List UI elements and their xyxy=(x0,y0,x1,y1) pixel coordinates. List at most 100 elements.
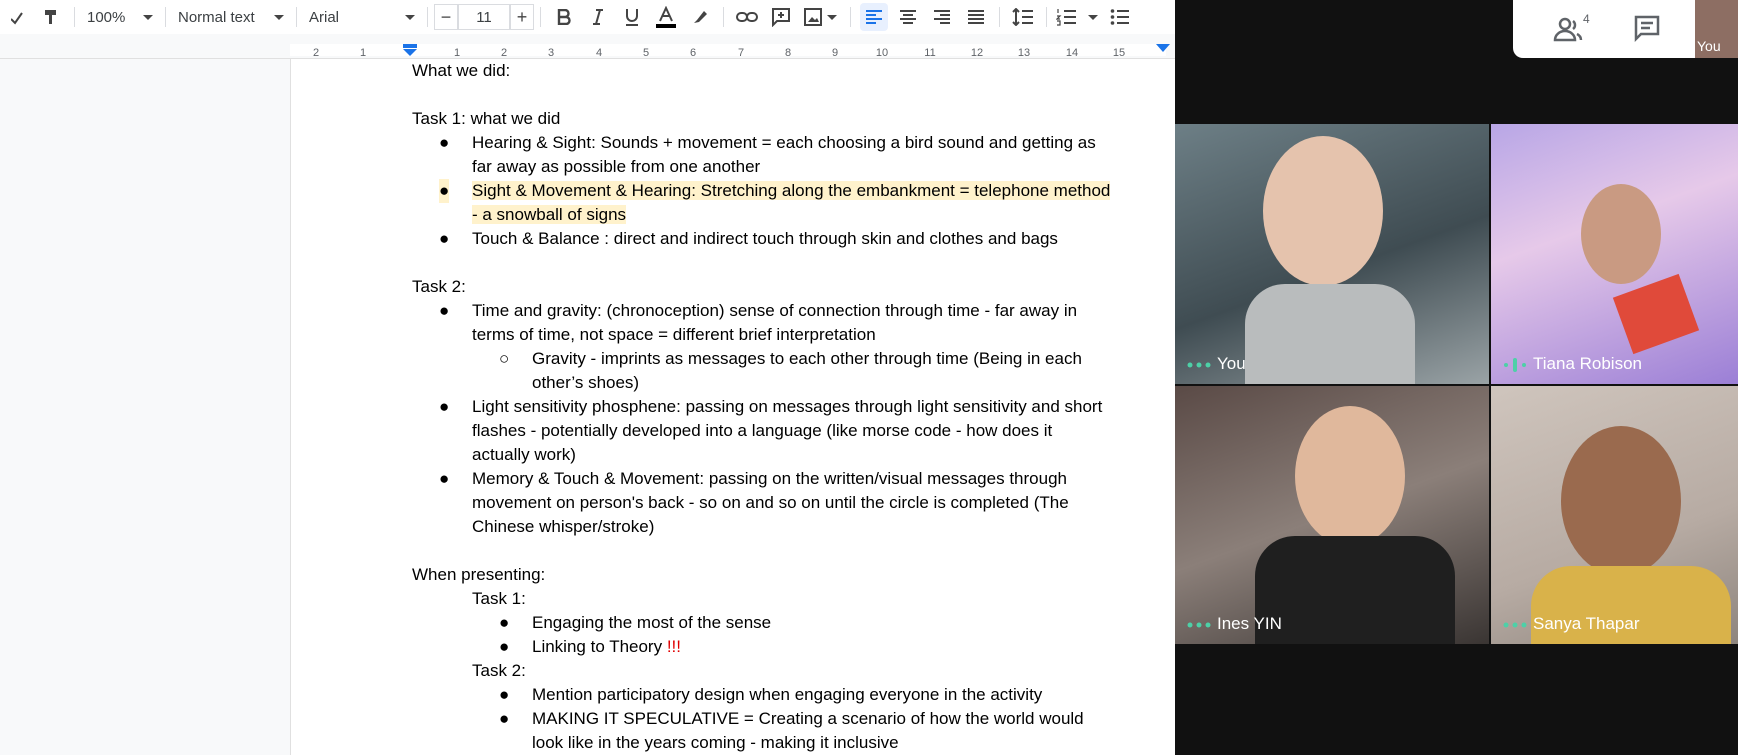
ruler-tick: 9 xyxy=(831,47,839,59)
zoom-select[interactable]: 100% xyxy=(81,3,159,31)
list-item: ● MAKING IT SPECULATIVE = Creating a sce… xyxy=(412,707,1172,755)
line-spacing-icon[interactable] xyxy=(1009,3,1037,31)
list-item-text: actually work) xyxy=(472,445,576,464)
participant-name: Sanya Thapar xyxy=(1533,614,1640,633)
participant-tile[interactable]: Ines YIN xyxy=(1175,386,1489,644)
list-item-text: Mention participatory design when engagi… xyxy=(532,685,1043,704)
participant-name: Tiana Robison xyxy=(1533,354,1642,373)
zoom-value: 100% xyxy=(87,8,126,26)
horizontal-ruler[interactable]: 2 1 1 2 3 4 5 6 7 8 9 10 11 12 13 14 15 xyxy=(0,40,1175,59)
doc-heading-task1: Task 1: what we did xyxy=(412,109,561,128)
list-item-text: Chinese whisper/stroke) xyxy=(472,517,655,536)
participant-count: 4 xyxy=(1583,12,1590,26)
more-options-icon[interactable] xyxy=(1187,618,1211,632)
spellcheck-icon[interactable] xyxy=(3,3,31,31)
chevron-down-icon xyxy=(405,14,415,20)
decrease-font-size-button[interactable]: − xyxy=(434,4,458,30)
doc-subheading-task1: Task 1: xyxy=(472,589,526,608)
doc-heading-what-we-did: What we did: xyxy=(412,61,511,80)
ruler-tick: 14 xyxy=(1065,47,1079,59)
ruler-tick: 5 xyxy=(642,47,650,59)
list-item-text: - a snowball of signs xyxy=(472,205,627,224)
chevron-down-icon xyxy=(143,14,153,20)
align-center-icon[interactable] xyxy=(894,3,922,31)
list-item-text: MAKING IT SPECULATIVE = Creating a scena… xyxy=(532,709,1084,728)
ruler-tick: 4 xyxy=(595,47,603,59)
list-item-text: far away as possible from one another xyxy=(472,157,761,176)
more-options-icon[interactable] xyxy=(1503,618,1527,632)
highlight-color-icon[interactable] xyxy=(686,3,714,31)
chat-button[interactable] xyxy=(1633,14,1663,44)
ruler-tick: 6 xyxy=(689,47,697,59)
list-item-text: Touch & Balance : direct and indirect to… xyxy=(472,229,1058,248)
ruler-tick: 13 xyxy=(1017,47,1031,59)
docs-toolbar: 100% Normal text Arial − 11 + xyxy=(0,0,1175,34)
document-page[interactable]: What we did: Task 1: what we did ● Heari… xyxy=(290,59,1175,755)
right-indent-marker-icon[interactable] xyxy=(1156,44,1170,56)
left-indent-marker-icon[interactable] xyxy=(403,44,417,56)
document-body[interactable]: What we did: Task 1: what we did ● Heari… xyxy=(412,59,1172,755)
align-left-icon[interactable] xyxy=(860,3,888,31)
participant-video xyxy=(1561,426,1681,576)
toolbar-divider xyxy=(165,7,166,27)
list-item: ● Mention participatory design when enga… xyxy=(412,683,1172,707)
doc-subheading-task2: Task 2: xyxy=(472,661,526,680)
docs-editor: 100% Normal text Arial − 11 + 2 1 1 2 3 … xyxy=(0,0,1175,755)
list-item-text: movement on person's back - so on and so… xyxy=(472,493,1069,512)
link-icon[interactable] xyxy=(733,3,761,31)
participant-video xyxy=(1612,273,1700,355)
participant-tile[interactable]: Tiana Robison xyxy=(1491,124,1738,384)
exclamation-text: !!! xyxy=(666,637,681,656)
insert-image-icon[interactable] xyxy=(801,3,841,31)
list-item-text: Hearing & Sight: Sounds + movement = eac… xyxy=(472,133,1096,152)
italic-icon[interactable] xyxy=(584,3,612,31)
ruler-tick: 15 xyxy=(1112,47,1126,59)
list-item: ● Hearing & Sight: Sounds + movement = e… xyxy=(412,131,1172,179)
toolbar-divider xyxy=(296,7,297,27)
bold-icon[interactable] xyxy=(550,3,578,31)
doc-heading-when-presenting: When presenting: xyxy=(412,565,546,584)
chevron-down-icon xyxy=(274,14,284,20)
text-color-icon[interactable] xyxy=(652,3,680,31)
participant-video xyxy=(1255,536,1455,644)
bulleted-list-icon[interactable] xyxy=(1106,3,1134,31)
align-right-icon[interactable] xyxy=(928,3,956,31)
participant-video xyxy=(1295,406,1405,546)
list-item: ● Touch & Balance : direct and indirect … xyxy=(412,227,1172,251)
list-item-text: other’s shoes) xyxy=(532,373,640,392)
numbered-list-icon[interactable] xyxy=(1056,3,1100,31)
underline-icon[interactable] xyxy=(618,3,646,31)
paint-format-icon[interactable] xyxy=(37,3,65,31)
sub-list-item: ○ Gravity - imprints as messages to each… xyxy=(412,347,1172,395)
paragraph-style-select[interactable]: Normal text xyxy=(172,3,290,31)
ruler-tick: 2 xyxy=(312,47,320,59)
font-select[interactable]: Arial xyxy=(303,3,421,31)
list-item-text: flashes - potentially developed into a l… xyxy=(472,421,1053,440)
self-thumb-label: You xyxy=(1697,38,1721,54)
toolbar-divider xyxy=(1046,7,1047,27)
comment-icon[interactable] xyxy=(767,3,795,31)
bullet-icon: ● xyxy=(499,613,510,632)
increase-font-size-button[interactable]: + xyxy=(510,4,534,30)
align-justify-icon[interactable] xyxy=(962,3,990,31)
list-item-text: Time and gravity: (chronoception) sense … xyxy=(472,301,1078,320)
list-item-text: Memory & Touch & Movement: passing on th… xyxy=(472,469,1067,488)
ruler-tick: 2 xyxy=(500,47,508,59)
list-item-text: Gravity - imprints as messages to each o… xyxy=(532,349,1082,368)
self-view-thumbnail[interactable]: You xyxy=(1695,0,1738,58)
participant-tile[interactable]: Sanya Thapar xyxy=(1491,386,1738,644)
font-size-input[interactable]: 11 xyxy=(458,4,510,30)
bullet-icon: ● xyxy=(499,685,510,704)
ruler-tick: 10 xyxy=(875,47,889,59)
more-options-icon[interactable] xyxy=(1187,358,1211,372)
ruler-tick: 11 xyxy=(924,47,936,59)
list-item-highlighted: ● Sight & Movement & Hearing: Stretching… xyxy=(412,179,1172,227)
people-button[interactable]: 4 xyxy=(1553,12,1593,44)
participant-tile[interactable]: You xyxy=(1175,124,1489,384)
toolbar-divider xyxy=(74,7,75,27)
style-value: Normal text xyxy=(178,8,255,26)
list-item-text: Sight & Movement & Hearing: Stretching a… xyxy=(472,181,1111,200)
meeting-controls: 4 xyxy=(1513,0,1713,58)
